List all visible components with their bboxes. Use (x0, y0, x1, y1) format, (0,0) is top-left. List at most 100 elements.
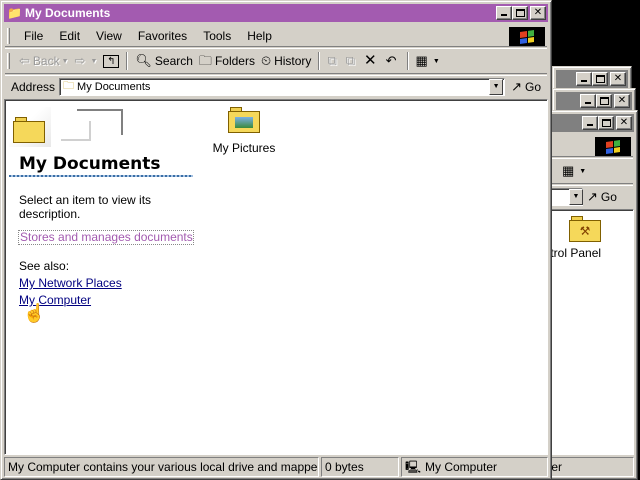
go-button[interactable]: ↗ Go (505, 77, 547, 97)
go-button[interactable]: ↗ Go (585, 187, 619, 207)
caption-buttons: ✕ (582, 116, 632, 130)
views-icon: ▦ (415, 53, 428, 68)
search-button[interactable]: 🔍︎ Search (132, 50, 196, 72)
delete-button[interactable]: ✕ (361, 50, 383, 72)
menu-grip[interactable] (7, 27, 10, 44)
folder-icon (13, 117, 47, 143)
menu-bar: File Edit View Favorites Tools Help (5, 25, 547, 47)
status-bar: ter (544, 457, 634, 477)
forward-button[interactable]: ⇨ ▼ (72, 50, 101, 72)
maximize-icon (516, 9, 525, 17)
history-label: History (274, 54, 312, 68)
maximize-button[interactable] (598, 116, 614, 130)
pane-heading: My Documents (19, 154, 161, 174)
see-also-label: See also: (19, 259, 70, 273)
status-message: My Computer contains your various local … (4, 457, 319, 477)
views-button[interactable]: ▦ ▼ (559, 160, 589, 182)
search-label: Search (154, 54, 193, 68)
address-value: My Documents (77, 80, 151, 93)
minimize-icon (587, 124, 593, 126)
close-button[interactable]: ✕ (610, 72, 626, 86)
maximize-button[interactable] (592, 72, 608, 86)
caption-buttons: ✕ (496, 6, 546, 20)
forward-arrow-icon: ⇨ (74, 53, 86, 68)
minimize-icon (501, 14, 507, 16)
go-arrow-icon: ↗ (587, 188, 598, 204)
my-documents-window[interactable]: 📁 My Documents ✕ File Edit View Favorite… (0, 0, 552, 480)
minimize-icon (585, 102, 591, 104)
address-field[interactable]: 🗀 My Documents (59, 77, 506, 96)
toolbar-separator (406, 52, 409, 70)
close-icon: ✕ (533, 7, 543, 18)
chevron-down-icon: ▼ (579, 167, 587, 175)
menu-view[interactable]: View (88, 26, 130, 46)
title-bar[interactable]: ✕ (556, 70, 628, 88)
folder-icon: 📁 (7, 6, 22, 20)
caption-buttons: ✕ (580, 94, 630, 108)
toolbar-grip[interactable] (7, 53, 10, 69)
chevron-down-icon: ▼ (90, 57, 98, 65)
pictures-folder-icon (228, 107, 260, 133)
folders-button[interactable]: 🗀 Folders (196, 50, 258, 72)
item-label: My Pictures (212, 141, 276, 155)
maximize-button[interactable] (512, 6, 528, 20)
title-bar[interactable]: ✕ (544, 114, 634, 132)
menu-help[interactable]: Help (239, 26, 280, 46)
minimize-icon (581, 80, 587, 82)
back-button[interactable]: ⇦ Back ▼ (16, 50, 72, 72)
info-tip: Stores and manages documents (18, 230, 194, 245)
folders-label: Folders (214, 54, 255, 68)
title-bar[interactable]: ✕ (556, 92, 632, 110)
back-arrow-icon: ⇦ (19, 53, 30, 68)
menu-file[interactable]: File (16, 26, 51, 46)
history-icon: ⏲ (260, 53, 272, 68)
menu-favorites[interactable]: Favorites (130, 26, 195, 46)
minimize-button[interactable] (580, 94, 596, 108)
close-button[interactable]: ✕ (614, 94, 630, 108)
folder-icon: 🗀 (63, 80, 75, 92)
menu-edit[interactable]: Edit (51, 26, 88, 46)
go-arrow-icon: ↗ (511, 78, 522, 94)
minimize-button[interactable] (576, 72, 592, 86)
back-label: Back (32, 54, 60, 68)
folders-icon: 🗀 (198, 53, 212, 68)
status-bar: My Computer contains your various local … (4, 457, 548, 477)
zone-label: My Computer (425, 460, 498, 474)
toolbar-separator (126, 52, 129, 70)
up-button[interactable]: ↰ (100, 50, 122, 72)
views-button[interactable]: ▦ ▼ (413, 50, 443, 72)
standard-toolbar: ⇦ Back ▼ ⇨ ▼ ↰ 🔍︎ Search 🗀 Folders ⏲ History ⧉… (5, 48, 547, 74)
my-pictures-item[interactable]: My Pictures (204, 107, 284, 155)
windows-logo-icon (509, 27, 545, 46)
minimize-button[interactable] (496, 6, 512, 20)
minimize-button[interactable] (582, 116, 598, 130)
chevron-down-icon: ▼ (432, 57, 440, 65)
control-panel-item[interactable]: ⚒ ontrol Panel (541, 216, 635, 260)
status-zone: 🖳 My Computer (401, 457, 548, 477)
delete-icon: ✕ (364, 52, 377, 69)
address-dropdown-button[interactable]: ▼ (569, 188, 583, 205)
caption-buttons: ✕ (576, 72, 626, 86)
maximize-icon (596, 75, 605, 83)
status-text: ter (544, 457, 634, 477)
copy-to-button[interactable]: ⧉ (343, 50, 361, 72)
undo-icon: ↶ (385, 53, 397, 68)
maximize-button[interactable] (596, 94, 612, 108)
history-button[interactable]: ⏲ History (258, 50, 314, 72)
status-size: 0 bytes (321, 457, 399, 477)
toolbar: ▦ ▼ (545, 158, 633, 184)
title-bar[interactable]: 📁 My Documents ✕ (4, 4, 548, 22)
move-to-button[interactable]: ⧉ (324, 50, 342, 72)
close-button[interactable]: ✕ (530, 6, 546, 20)
menu-tools[interactable]: Tools (195, 26, 239, 46)
control-panel-icon: ⚒ (569, 216, 601, 242)
close-button[interactable]: ✕ (616, 116, 632, 130)
content-area[interactable]: ⚒ ontrol Panel (541, 209, 634, 455)
copy-to-icon: ⧉ (345, 53, 356, 68)
control-panel-window[interactable]: ✕ ▦ ▼ ▼ ↗ Go ⚒ ontrol Panel ter (540, 110, 638, 480)
menu-bar (545, 135, 633, 157)
close-icon: ✕ (613, 73, 623, 84)
undo-button[interactable]: ↶ (383, 50, 403, 72)
link-my-network-places[interactable]: My Network Places (19, 276, 122, 290)
address-dropdown-button[interactable]: ▼ (489, 78, 504, 95)
